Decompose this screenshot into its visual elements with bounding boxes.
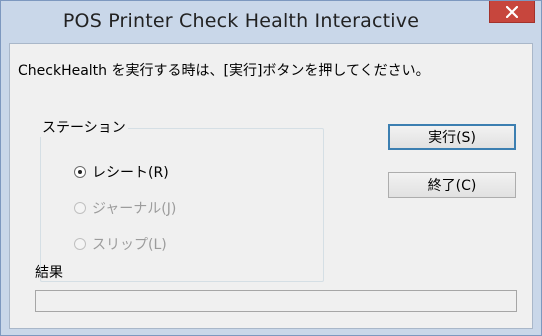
radio-unselected-icon xyxy=(74,202,86,214)
exit-button[interactable]: 終了(C) xyxy=(388,172,516,198)
radio-unselected-icon xyxy=(74,238,86,250)
close-icon xyxy=(506,5,518,18)
radio-selected-icon xyxy=(74,166,86,178)
title-bar[interactable]: POS Printer Check Health Interactive xyxy=(1,1,541,43)
dialog-client-area: CheckHealth を実行する時は、[実行]ボタンを押してください。 ステー… xyxy=(9,43,533,329)
result-label: 結果 xyxy=(35,265,63,281)
radio-slip[interactable]: スリップ(L) xyxy=(74,234,167,254)
radio-journal-label: ジャーナル(J) xyxy=(92,201,177,217)
radio-receipt[interactable]: レシート(R) xyxy=(74,162,169,182)
station-groupbox-label: ステーション xyxy=(40,119,128,137)
radio-slip-label: スリップ(L) xyxy=(92,237,167,253)
result-field xyxy=(35,290,517,312)
window-title: POS Printer Check Health Interactive xyxy=(62,10,420,32)
station-groupbox: ステーション レシート(R) ジャーナル(J) スリップ(L) xyxy=(40,119,324,282)
execute-button[interactable]: 実行(S) xyxy=(388,124,516,150)
close-button[interactable] xyxy=(489,1,535,23)
instruction-text: CheckHealth を実行する時は、[実行]ボタンを押してください。 xyxy=(18,63,430,79)
radio-receipt-label: レシート(R) xyxy=(92,165,169,181)
dialog-window: POS Printer Check Health Interactive Che… xyxy=(0,0,542,336)
radio-journal[interactable]: ジャーナル(J) xyxy=(74,198,176,218)
